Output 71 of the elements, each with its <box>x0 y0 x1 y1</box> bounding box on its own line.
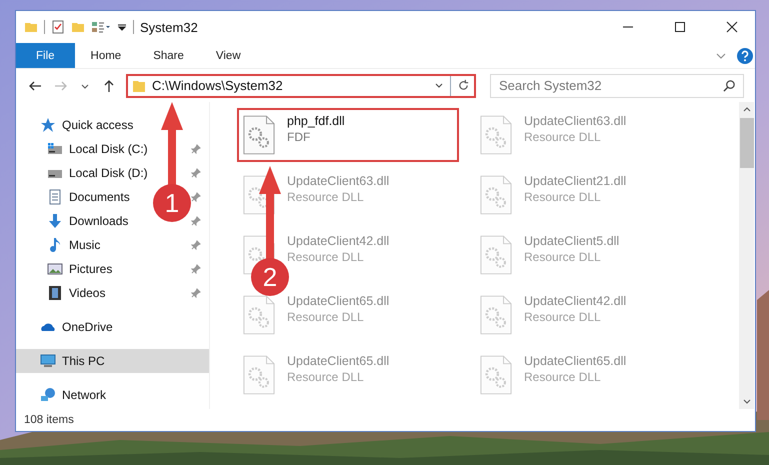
file-type: Resource DLL <box>524 190 602 204</box>
picture-icon <box>47 261 63 277</box>
pin-icon[interactable] <box>191 192 201 202</box>
up-icon[interactable] <box>102 78 116 92</box>
file-name[interactable]: php_fdf.dll <box>287 114 345 128</box>
pin-icon[interactable] <box>191 144 201 154</box>
file-type: Resource DLL <box>287 310 365 324</box>
gear-file-icon <box>243 294 275 336</box>
file-type: FDF <box>287 130 312 144</box>
dropdown-icon[interactable] <box>117 22 127 32</box>
file-type: Resource DLL <box>287 370 365 384</box>
ribbon-tab[interactable]: View <box>200 43 257 68</box>
help-icon[interactable] <box>737 48 753 64</box>
sidebar-item[interactable]: Pictures <box>47 257 112 281</box>
view-options-icon[interactable] <box>91 20 111 34</box>
drive-icon <box>47 141 63 157</box>
file-item[interactable]: php_fdf.dll FDF <box>237 108 459 162</box>
sidebar-item[interactable]: OneDrive <box>16 315 209 339</box>
file-type: Resource DLL <box>524 250 602 264</box>
gear-file-icon <box>480 234 512 276</box>
gear-file-icon <box>480 354 512 396</box>
download-icon <box>47 213 63 229</box>
dropdown-icon[interactable] <box>434 80 444 90</box>
pin-icon[interactable] <box>191 288 201 298</box>
pin-icon[interactable] <box>191 216 201 226</box>
sidebar-item[interactable]: Quick access <box>16 113 209 137</box>
sidebar-item[interactable]: Videos <box>47 281 106 305</box>
pin-icon[interactable] <box>191 264 201 274</box>
close-icon[interactable] <box>726 21 738 33</box>
address-field[interactable]: C:\Windows\System32 <box>126 74 476 98</box>
gear-file-icon <box>243 114 275 156</box>
search-field[interactable]: Search System32 <box>490 74 744 98</box>
scroll-thumb[interactable] <box>740 118 754 168</box>
film-icon <box>47 285 63 301</box>
gear-file-icon <box>243 354 275 396</box>
sidebar-item[interactable]: Local Disk (C:) <box>47 137 148 161</box>
gear-file-icon <box>480 174 512 216</box>
gear-file-icon <box>480 294 512 336</box>
sidebar-item[interactable]: This PC <box>16 349 209 373</box>
pin-icon[interactable] <box>191 240 201 250</box>
sidebar-item[interactable]: Music <box>47 233 100 257</box>
network-icon <box>40 387 56 403</box>
item-count: 108 items <box>24 414 74 426</box>
sidebar-item[interactable]: Network <box>16 383 209 407</box>
pin-icon[interactable] <box>191 168 201 178</box>
file-type: Resource DLL <box>524 130 602 144</box>
file-type: Resource DLL <box>287 190 365 204</box>
file-type: Resource DLL <box>524 310 602 324</box>
file-type: Resource DLL <box>524 370 602 384</box>
sidebar-item[interactable]: Downloads <box>47 209 128 233</box>
properties-icon[interactable] <box>51 20 65 34</box>
sidebar-item[interactable]: Local Disk (D:) <box>47 161 148 185</box>
computer-icon <box>40 353 56 369</box>
step-badge: 2 <box>251 258 289 296</box>
window-title: System32 <box>140 20 198 34</box>
maximize-icon[interactable] <box>674 21 686 33</box>
search-icon[interactable] <box>723 78 736 92</box>
ribbon-tab[interactable]: File <box>16 43 75 68</box>
folder-icon <box>132 78 146 92</box>
gear-file-icon <box>480 114 512 156</box>
ribbon-tab[interactable]: Share <box>137 43 200 68</box>
back-icon[interactable] <box>28 78 42 92</box>
document-icon <box>47 189 63 205</box>
music-note-icon <box>47 237 63 253</box>
step-badge: 1 <box>153 184 191 222</box>
sidebar-item[interactable]: Documents <box>47 185 130 209</box>
ribbon-tab[interactable]: Home <box>74 43 138 68</box>
file-type: Resource DLL <box>287 250 365 264</box>
scrollbar[interactable] <box>739 102 754 409</box>
refresh-icon[interactable] <box>457 79 470 92</box>
star-icon <box>40 117 56 133</box>
